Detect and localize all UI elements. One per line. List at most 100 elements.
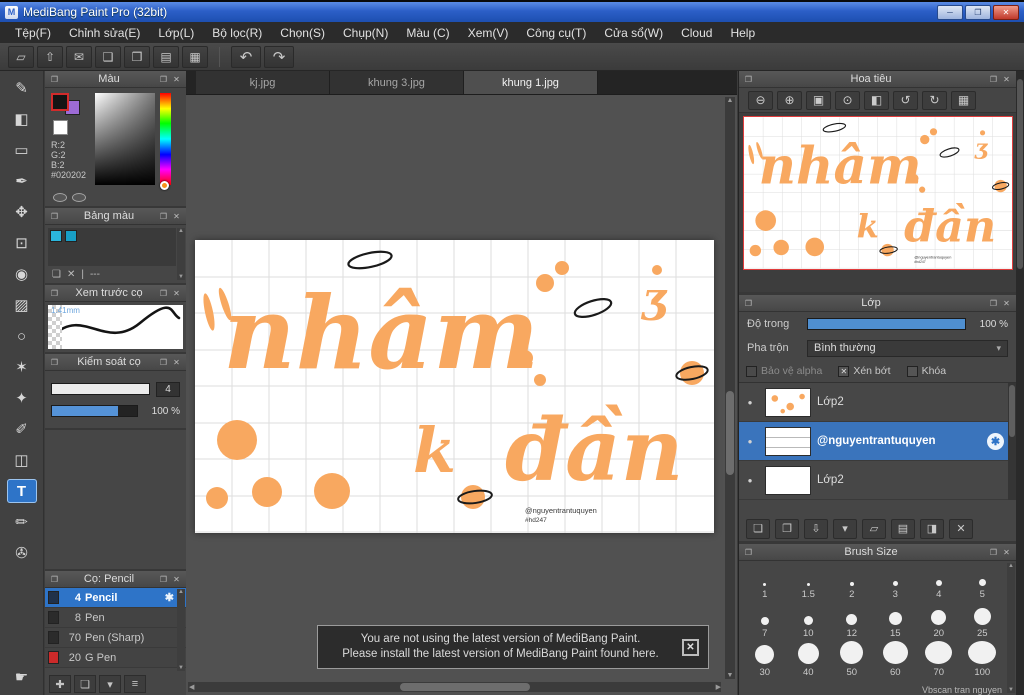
popout-icon[interactable]: ❐ bbox=[742, 299, 755, 308]
popout-icon[interactable]: ❐ bbox=[157, 212, 170, 221]
brush-size-cell[interactable]: 15 bbox=[874, 602, 918, 641]
operation-tool[interactable]: ✦ bbox=[7, 386, 37, 410]
close-icon[interactable]: ✕ bbox=[170, 75, 183, 84]
brush-size-cell[interactable]: 4 bbox=[917, 563, 961, 602]
document-icon[interactable]: ❒ bbox=[124, 45, 150, 68]
palette-scrollbar[interactable]: ▲ ▼ bbox=[177, 228, 185, 280]
brush-size-cell[interactable]: 5 bbox=[961, 563, 1005, 602]
delete-swatch-icon[interactable]: ✕ bbox=[67, 269, 75, 280]
divide-tool[interactable]: ◫ bbox=[7, 448, 37, 472]
visibility-icon[interactable]: ● bbox=[741, 437, 759, 446]
menu-item-tools[interactable]: Công cụ(T) bbox=[517, 24, 595, 42]
brush-size-slider[interactable] bbox=[51, 383, 150, 395]
move-tool[interactable]: ✥ bbox=[7, 200, 37, 224]
popout-icon[interactable]: ❐ bbox=[157, 289, 170, 298]
delete-layer-button[interactable]: ✕ bbox=[949, 518, 973, 539]
brush-size-cell[interactable]: 1 bbox=[743, 563, 787, 602]
palette-swatch[interactable] bbox=[65, 230, 77, 242]
shape-brush-tool[interactable]: ▭ bbox=[7, 138, 37, 162]
brush-list-scrollbar[interactable]: ▲ ▼ bbox=[177, 589, 185, 671]
brush-size-scrollbar[interactable]: ▲ ▼ bbox=[1007, 563, 1015, 693]
layer-opacity-slider[interactable] bbox=[807, 318, 966, 330]
brush-size-cell[interactable]: 50 bbox=[830, 641, 874, 680]
popout-icon[interactable]: ❐ bbox=[48, 358, 61, 367]
brush-size-cell[interactable]: 7 bbox=[743, 602, 787, 641]
ink-pen-tool[interactable]: ✒ bbox=[7, 169, 37, 193]
rotate-left-button[interactable]: ↺ bbox=[893, 90, 918, 110]
magic-wand-tool[interactable]: ✶ bbox=[7, 355, 37, 379]
layer-row[interactable]: ● Lớp2 bbox=[739, 383, 1016, 422]
background-color-swatch[interactable] bbox=[53, 120, 68, 135]
select-tool[interactable]: ⊡ bbox=[7, 231, 37, 255]
documents-icon[interactable]: ▤ bbox=[153, 45, 179, 68]
scroll-up-icon[interactable]: ▲ bbox=[178, 589, 184, 595]
brush-size-cell[interactable]: 40 bbox=[787, 641, 831, 680]
new-brush-button[interactable]: ❏ bbox=[74, 675, 96, 693]
zoom-reset-button[interactable]: ⊙ bbox=[835, 90, 860, 110]
brush-size-cell[interactable]: 1.5 bbox=[787, 563, 831, 602]
menu-item-filter[interactable]: Bộ lọc(R) bbox=[203, 24, 271, 42]
close-icon[interactable]: ✕ bbox=[170, 212, 183, 221]
popout-icon[interactable]: ❐ bbox=[48, 212, 61, 221]
brush-size-cell[interactable]: 12 bbox=[830, 602, 874, 641]
clipping-checkbox[interactable]: ✕ bbox=[838, 365, 850, 377]
new-folder-button[interactable]: ▱ bbox=[862, 518, 886, 539]
popout-icon[interactable]: ❐ bbox=[48, 289, 61, 298]
window-scroll-thumb[interactable] bbox=[1017, 79, 1023, 269]
layer-thumbnail[interactable] bbox=[765, 387, 811, 417]
brush-size-value[interactable]: 4 bbox=[156, 381, 180, 397]
zoom-out-button[interactable]: ⊖ bbox=[748, 90, 773, 110]
scroll-down-icon[interactable]: ▼ bbox=[178, 274, 184, 280]
layer-row[interactable]: ● Lớp2 bbox=[739, 461, 1016, 500]
maximize-button[interactable]: ❐ bbox=[965, 4, 991, 20]
fit-screen-button[interactable]: ▣ bbox=[806, 90, 831, 110]
tab-kj[interactable]: kj.jpg bbox=[196, 71, 330, 94]
blend-mode-dropdown[interactable]: Bình thường ▾ bbox=[807, 339, 1008, 357]
alpha-lock-checkbox[interactable] bbox=[746, 365, 757, 377]
menu-item-color[interactable]: Màu (C) bbox=[397, 24, 458, 42]
brush-menu-button[interactable]: ▾ bbox=[99, 675, 121, 693]
menu-item-help[interactable]: Help bbox=[721, 24, 764, 42]
brush-row[interactable]: 4 Pencil ✱ bbox=[45, 588, 186, 608]
color-bar-toggle-icon[interactable] bbox=[72, 192, 86, 202]
visibility-icon[interactable]: ● bbox=[741, 476, 759, 485]
menu-item-view[interactable]: Xem(V) bbox=[459, 24, 518, 42]
bucket-tool[interactable]: ◉ bbox=[7, 262, 37, 286]
popout-icon[interactable]: ❐ bbox=[157, 575, 170, 584]
layer-settings-icon[interactable]: ✱ bbox=[987, 432, 1004, 450]
drawing-canvas[interactable]: nhâm k đần ʒ @nguyentrantuquyen #hd247 bbox=[195, 240, 714, 533]
popout-icon[interactable]: ❐ bbox=[987, 299, 1000, 308]
brush-size-cell[interactable]: 60 bbox=[874, 641, 918, 680]
brush-size-cell[interactable]: 30 bbox=[743, 641, 787, 680]
layer-thumbnail[interactable] bbox=[765, 465, 811, 495]
close-icon[interactable]: ✕ bbox=[1000, 299, 1013, 308]
menu-item-file[interactable]: Tệp(F) bbox=[6, 24, 60, 42]
hand-tool[interactable]: ☛ bbox=[7, 665, 37, 689]
undo-button[interactable]: ↶ bbox=[231, 45, 261, 68]
eraser-tool[interactable]: ◧ bbox=[7, 107, 37, 131]
popout-icon[interactable]: ❐ bbox=[987, 548, 1000, 557]
flip-button[interactable]: ◧ bbox=[864, 90, 889, 110]
merge-layer-button[interactable]: ▤ bbox=[891, 518, 915, 539]
gear-icon[interactable]: ✱ bbox=[165, 591, 174, 604]
transfer-layer-button[interactable]: ⇩ bbox=[804, 518, 828, 539]
brush-size-cell[interactable]: 3 bbox=[874, 563, 918, 602]
hue-bar[interactable] bbox=[160, 93, 171, 190]
brush-opacity-slider[interactable] bbox=[51, 405, 138, 417]
brush-settings-button[interactable]: ≡ bbox=[124, 675, 146, 693]
layer-scroll-thumb[interactable] bbox=[1009, 385, 1015, 437]
add-brush-button[interactable]: ✚ bbox=[49, 675, 71, 693]
pen-tool[interactable]: ✎ bbox=[7, 76, 37, 100]
menu-item-capture[interactable]: Chụp(N) bbox=[334, 24, 397, 42]
menu-item-select[interactable]: Chọn(S) bbox=[271, 24, 334, 42]
messages-icon[interactable]: ❑ bbox=[95, 45, 121, 68]
brush-row[interactable]: 20 G Pen bbox=[45, 648, 186, 668]
close-icon[interactable]: ✕ bbox=[1000, 548, 1013, 557]
close-button[interactable]: ✕ bbox=[993, 4, 1019, 20]
eyedropper-tool[interactable]: ✇ bbox=[7, 541, 37, 565]
scroll-left-icon[interactable]: ◀ bbox=[189, 683, 194, 691]
brush-size-cell[interactable]: 2 bbox=[830, 563, 874, 602]
gradient-tool[interactable]: ▨ bbox=[7, 293, 37, 317]
grid-icon[interactable]: ▦ bbox=[182, 45, 208, 68]
rotate-right-button[interactable]: ↻ bbox=[922, 90, 947, 110]
